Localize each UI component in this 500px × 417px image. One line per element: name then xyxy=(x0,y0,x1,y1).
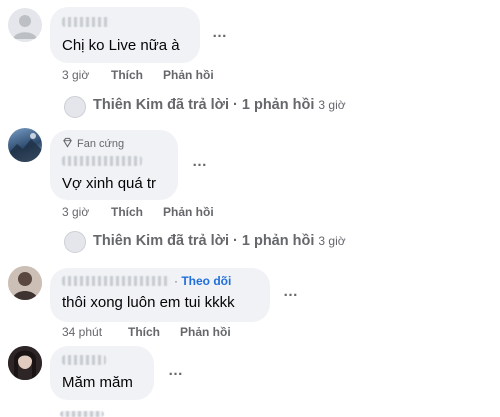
more-options-icon[interactable]: … xyxy=(212,24,228,41)
follow-link[interactable]: Theo dõi xyxy=(181,274,231,288)
like-link[interactable]: Thích xyxy=(128,325,160,339)
avatar[interactable] xyxy=(8,128,42,162)
reply-avatar xyxy=(64,231,86,253)
reply-summary-text: Thiên Kim đã trả lời · 1 phản hồi xyxy=(93,97,315,113)
view-replies-link[interactable]: Thiên Kim đã trả lời · 1 phản hồi 3 giờ xyxy=(93,233,346,249)
like-link[interactable]: Thích xyxy=(111,205,143,219)
fan-badge: Fan cứng xyxy=(62,137,124,150)
comment-text: Vợ xinh quá tr xyxy=(62,175,157,192)
more-options-icon[interactable]: … xyxy=(283,283,299,300)
comment-time[interactable]: 3 giờ xyxy=(62,68,89,82)
reply-summary-text: Thiên Kim đã trả lời · 1 phản hồi xyxy=(93,233,315,249)
reply-link[interactable]: Phản hồi xyxy=(163,68,214,82)
reply-time: 3 giờ xyxy=(318,98,346,112)
reply-avatar xyxy=(64,96,86,118)
reply-time: 3 giờ xyxy=(318,234,346,248)
reply-link[interactable]: Phản hồi xyxy=(163,205,214,219)
comment-bubble xyxy=(50,7,200,63)
diamond-icon xyxy=(63,137,72,148)
comment-time[interactable]: 3 giờ xyxy=(62,205,89,219)
avatar[interactable] xyxy=(8,8,42,42)
more-options-icon[interactable]: … xyxy=(192,153,208,170)
author-name-redacted[interactable] xyxy=(62,156,142,166)
comment-text: thôi xong luôn em tui kkkk xyxy=(62,294,235,311)
view-replies-link[interactable]: Thiên Kim đã trả lời · 1 phản hồi 3 giờ xyxy=(93,97,346,113)
follow-section: · Theo dõi xyxy=(174,274,232,288)
author-name-redacted[interactable] xyxy=(62,276,170,286)
like-link[interactable]: Thích xyxy=(111,68,143,82)
avatar[interactable] xyxy=(8,346,42,380)
more-options-icon[interactable]: … xyxy=(168,362,184,379)
fan-badge-label: Fan cứng xyxy=(77,138,125,150)
author-name-redacted[interactable] xyxy=(62,17,110,27)
next-comment-redacted xyxy=(60,411,104,417)
comment-text: Măm măm xyxy=(62,374,133,391)
comment-text: Chị ko Live nữa à xyxy=(62,37,180,54)
avatar[interactable] xyxy=(8,266,42,300)
author-name-redacted[interactable] xyxy=(62,355,106,365)
reply-link[interactable]: Phản hồi xyxy=(180,325,231,339)
comment-time[interactable]: 34 phút xyxy=(62,325,102,339)
